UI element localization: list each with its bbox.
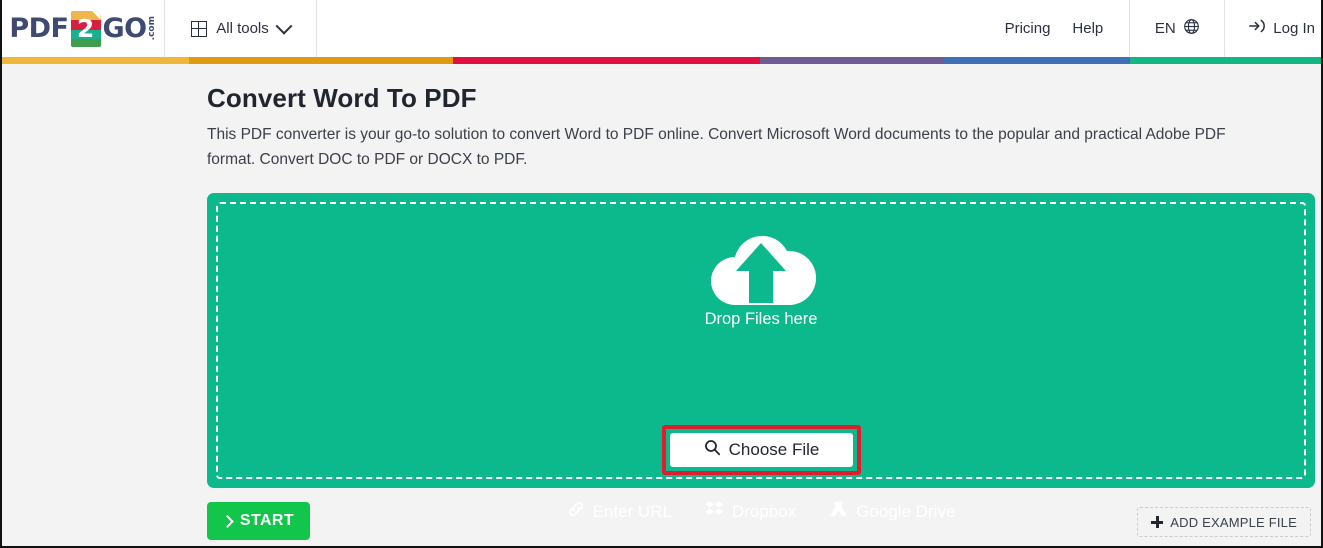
drop-files-label: Drop Files here [704, 310, 818, 328]
header-nav: Pricing Help [1005, 0, 1130, 57]
logo-text-com: .com [146, 16, 157, 41]
source-dropbox-label: Dropbox [731, 501, 797, 521]
link-icon [567, 500, 585, 523]
chevron-right-icon [221, 514, 234, 528]
logo-text-go: GO [102, 13, 148, 44]
stripe-segment-0 [2, 57, 190, 64]
pdf2go-logo: PDF 2 GO .com [9, 10, 157, 47]
site-logo[interactable]: PDF 2 GO .com [2, 0, 165, 57]
all-tools-label: All tools [216, 20, 269, 37]
login-button[interactable]: Log In [1225, 0, 1321, 57]
globe-icon [1183, 18, 1200, 40]
page-title: Convert Word To PDF [207, 83, 477, 113]
login-label: Log In [1273, 20, 1315, 37]
site-header: PDF 2 GO .com All tools Pricing Help EN … [2, 0, 1321, 57]
start-button[interactable]: START [207, 502, 310, 540]
stripe-segment-5 [1129, 57, 1321, 64]
cloud-upload-icon [207, 221, 1315, 309]
page-description: This PDF converter is your go-to solutio… [207, 126, 1226, 168]
choose-file-button[interactable]: Choose File [670, 433, 853, 467]
stripe-segment-4 [944, 57, 1130, 64]
source-google-drive[interactable]: Google Drive [829, 500, 955, 523]
choose-file-highlight: Choose File [662, 425, 861, 475]
app-page: PDF 2 GO .com All tools Pricing Help EN … [0, 0, 1323, 548]
language-label: EN [1154, 20, 1176, 37]
logo-digit: 2 [76, 13, 95, 43]
stripe-segment-3 [759, 57, 945, 64]
login-arrow-icon [1249, 18, 1266, 39]
source-google-drive-label: Google Drive [856, 501, 956, 521]
main-content: Convert Word To PDF This PDF converter i… [2, 64, 1321, 546]
plus-icon [1151, 516, 1164, 528]
source-dropbox[interactable]: Dropbox [705, 500, 796, 523]
source-enter-url[interactable]: Enter URL [567, 500, 672, 523]
source-enter-url-label: Enter URL [592, 501, 672, 521]
header-spacer [317, 0, 1005, 57]
grid-icon [191, 20, 208, 37]
google-drive-icon [829, 500, 848, 523]
choose-file-label: Choose File [728, 440, 820, 459]
start-button-label: START [239, 512, 295, 529]
file-dropzone[interactable]: Drop Files here Choose File Enter URL Dr… [207, 193, 1315, 521]
language-selector[interactable]: EN [1129, 0, 1226, 57]
nav-link-pricing[interactable]: Pricing [1005, 20, 1051, 37]
stripe-segment-2 [452, 57, 760, 64]
chevron-down-icon [275, 17, 293, 35]
stripe-segment-1 [189, 57, 453, 64]
nav-link-help[interactable]: Help [1072, 20, 1103, 37]
logo-text-pdf: PDF [9, 13, 69, 44]
add-example-file-button[interactable]: ADD EXAMPLE FILE [1137, 507, 1311, 537]
add-example-file-label: ADD EXAMPLE FILE [1170, 514, 1297, 530]
search-icon [704, 439, 721, 461]
color-stripe [2, 57, 1321, 64]
all-tools-menu[interactable]: All tools [165, 0, 317, 57]
logo-tile: 2 [70, 10, 101, 47]
dropbox-icon [705, 500, 724, 523]
